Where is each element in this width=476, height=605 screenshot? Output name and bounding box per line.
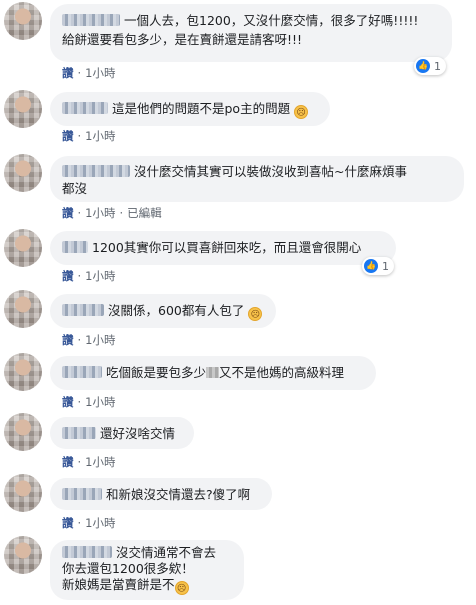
avatar[interactable] bbox=[4, 536, 42, 574]
like-icon: 👍 bbox=[364, 259, 378, 273]
avatar[interactable] bbox=[4, 290, 42, 328]
like-link[interactable]: 讚 bbox=[62, 269, 74, 283]
like-link[interactable]: 讚 bbox=[62, 129, 74, 143]
avatar[interactable] bbox=[4, 353, 42, 391]
timestamp[interactable]: 1小時 bbox=[85, 516, 115, 530]
comment-text-continued: 又不是他媽的高級料理 bbox=[219, 365, 345, 380]
commenter-name-blurred[interactable] bbox=[62, 488, 102, 500]
commenter-name-blurred[interactable] bbox=[62, 165, 130, 177]
like-link[interactable]: 讚 bbox=[62, 395, 74, 409]
comment-text-line-2: 都沒 bbox=[62, 181, 88, 196]
commenter-name-blurred[interactable] bbox=[62, 241, 88, 253]
timestamp[interactable]: 1小時 bbox=[85, 455, 115, 469]
comment-bubble: 吃個飯是要包多少 又不是他媽的高級料理 bbox=[50, 356, 376, 390]
commenter-name-blurred[interactable] bbox=[62, 427, 96, 439]
comment-actions: 讚 · 1小時 bbox=[62, 269, 116, 283]
comment-text: 吃個飯是要包多少 bbox=[106, 365, 207, 380]
comment-text-line-2: 你去還包1200很多欸！ bbox=[62, 561, 194, 576]
comment-actions: 讚 · 1小時 bbox=[62, 455, 116, 469]
avatar[interactable] bbox=[4, 229, 42, 267]
comment-text: 沒關係，600都有人包了 bbox=[108, 303, 245, 318]
timestamp[interactable]: 1小時 bbox=[85, 129, 115, 143]
rolling-eyes-emoji: ☹ bbox=[174, 581, 189, 595]
comment-actions: 讚 · 1小時 · 已編輯 bbox=[62, 206, 162, 220]
like-link[interactable]: 讚 bbox=[62, 206, 74, 220]
reaction-count: 1 bbox=[382, 259, 389, 273]
comment-text: 1200其實你可以買喜餅回來吃，而且還會很開心 bbox=[92, 240, 362, 255]
avatar[interactable] bbox=[4, 154, 42, 192]
commenter-name-blurred[interactable] bbox=[62, 546, 112, 558]
comment-bubble: 還好沒啥交情 bbox=[50, 417, 194, 449]
like-icon: 👍 bbox=[416, 59, 430, 73]
reaction-badge[interactable]: 👍 1 bbox=[362, 257, 394, 275]
comment-text-line-3: 新娘媽是當賣餅是不 bbox=[62, 577, 175, 592]
comment-actions: 讚 · 1小時 bbox=[62, 333, 116, 347]
timestamp[interactable]: 1小時 bbox=[85, 395, 115, 409]
avatar[interactable] bbox=[4, 90, 42, 128]
timestamp[interactable]: 1小時 bbox=[85, 66, 115, 80]
timestamp[interactable]: 1小時 bbox=[85, 206, 115, 220]
comment-bubble: 沒關係，600都有人包了 ☹ bbox=[50, 294, 276, 328]
avatar[interactable] bbox=[4, 413, 42, 451]
timestamp[interactable]: 1小時 bbox=[85, 269, 115, 283]
comment-bubble: 沒交情通常不會去 你去還包1200很多欸！ 新娘媽是當賣餅是不 ☹ bbox=[50, 540, 244, 600]
comment-text-line-2: 給餅還要看包多少，是在賣餅還是請客呀!!! bbox=[62, 32, 303, 47]
timestamp[interactable]: 1小時 bbox=[85, 333, 115, 347]
edited-label[interactable]: 已編輯 bbox=[127, 206, 162, 220]
comment-bubble: 這是他們的問題不是po主的問題 ☹ bbox=[50, 92, 330, 126]
comment-text: 一個人去，包1200，又沒什麼交情，很多了好嗎!!!!! bbox=[124, 13, 419, 28]
comment-bubble: 1200其實你可以買喜餅回來吃，而且還會很開心 bbox=[50, 231, 396, 265]
commenter-name-blurred[interactable] bbox=[62, 102, 108, 114]
avatar[interactable] bbox=[4, 474, 42, 512]
comment-text: 還好沒啥交情 bbox=[100, 426, 176, 441]
comment-text: 沒交情通常不會去 bbox=[116, 545, 217, 560]
comment-actions: 讚 · 1小時 bbox=[62, 129, 116, 143]
commenter-name-blurred[interactable] bbox=[62, 14, 120, 26]
reaction-count: 1 bbox=[434, 59, 441, 73]
like-link[interactable]: 讚 bbox=[62, 516, 74, 530]
comment-bubble: 沒什麼交情其實可以裝做沒收到喜帖~什麼麻煩事 都沒 bbox=[50, 156, 464, 202]
like-link[interactable]: 讚 bbox=[62, 66, 74, 80]
commenter-name-blurred[interactable] bbox=[62, 366, 102, 378]
comment-text: 沒什麼交情其實可以裝做沒收到喜帖~什麼麻煩事 bbox=[134, 164, 407, 179]
sad-face-emoji: ☹ bbox=[294, 105, 309, 119]
reaction-badge[interactable]: 👍 1 bbox=[414, 57, 446, 75]
comment-bubble: 和新娘沒交情還去?傻了啊 bbox=[50, 478, 272, 510]
avatar[interactable] bbox=[4, 2, 42, 40]
comment-actions: 讚 · 1小時 bbox=[62, 66, 116, 80]
comment-actions: 讚 · 1小時 bbox=[62, 516, 116, 530]
commenter-name-blurred[interactable] bbox=[62, 304, 104, 316]
comment-text: 和新娘沒交情還去?傻了啊 bbox=[106, 487, 251, 502]
censored-word bbox=[206, 367, 220, 378]
comment-actions: 讚 · 1小時 bbox=[62, 395, 116, 409]
like-link[interactable]: 讚 bbox=[62, 455, 74, 469]
comment-text: 這是他們的問題不是po主的問題 bbox=[112, 101, 291, 116]
comment-bubble: 一個人去，包1200，又沒什麼交情，很多了好嗎!!!!! 給餅還要看包多少，是在… bbox=[50, 4, 452, 62]
like-link[interactable]: 讚 bbox=[62, 333, 74, 347]
weary-face-emoji: ☹ bbox=[248, 307, 263, 321]
